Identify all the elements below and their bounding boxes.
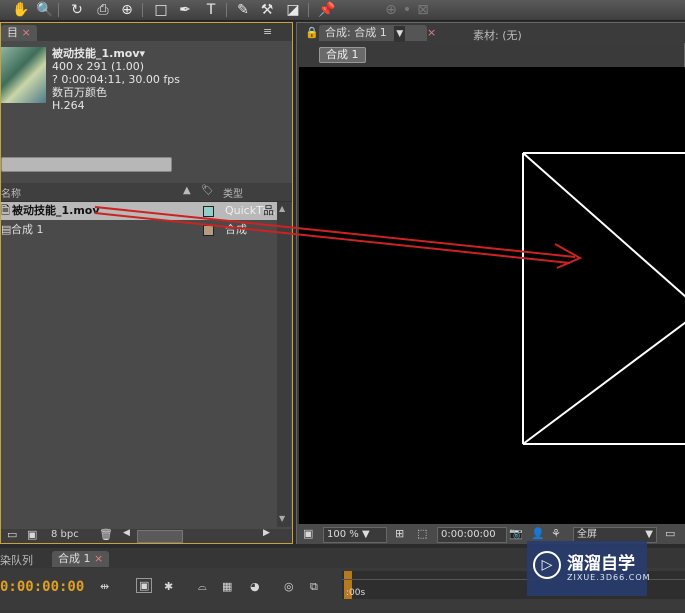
watermark-title: 溜溜自学 (567, 554, 635, 574)
arrow-shaft (94, 212, 571, 264)
tab-timeline-label: 合成 1 (58, 552, 91, 565)
brainstorm-icon[interactable]: ⧉ (310, 580, 318, 594)
motion-blur-icon[interactable]: ◕ (250, 580, 260, 593)
hide-shy-layers-icon[interactable]: ⌓ (198, 580, 207, 594)
live-update-icon[interactable]: ▣ (136, 578, 153, 593)
watermark-url: ZIXUE.3D66.COM (567, 573, 651, 582)
play-logo-icon: ▷ (533, 551, 561, 579)
tab-render-queue[interactable]: 染队列 (0, 552, 33, 568)
arrow-shaft (94, 206, 576, 258)
annotation-arrow (94, 206, 583, 269)
watermark: ▷ 溜溜自学 ZIXUE.3D66.COM (527, 541, 650, 596)
ruler-start-label: :00s (346, 588, 366, 598)
comp-mini-flowchart-icon[interactable]: ⇹ (100, 580, 109, 593)
draft-3d-icon[interactable]: ✱ (164, 580, 173, 593)
timeline-timecode[interactable]: 0:00:00:00 (0, 579, 84, 595)
close-icon[interactable]: × (94, 552, 103, 565)
tab-timeline-composition[interactable]: 合成 1 × (52, 551, 110, 567)
graph-editor-icon[interactable]: ◎ (284, 580, 294, 593)
frame-blending-icon[interactable]: ▦ (222, 580, 232, 593)
